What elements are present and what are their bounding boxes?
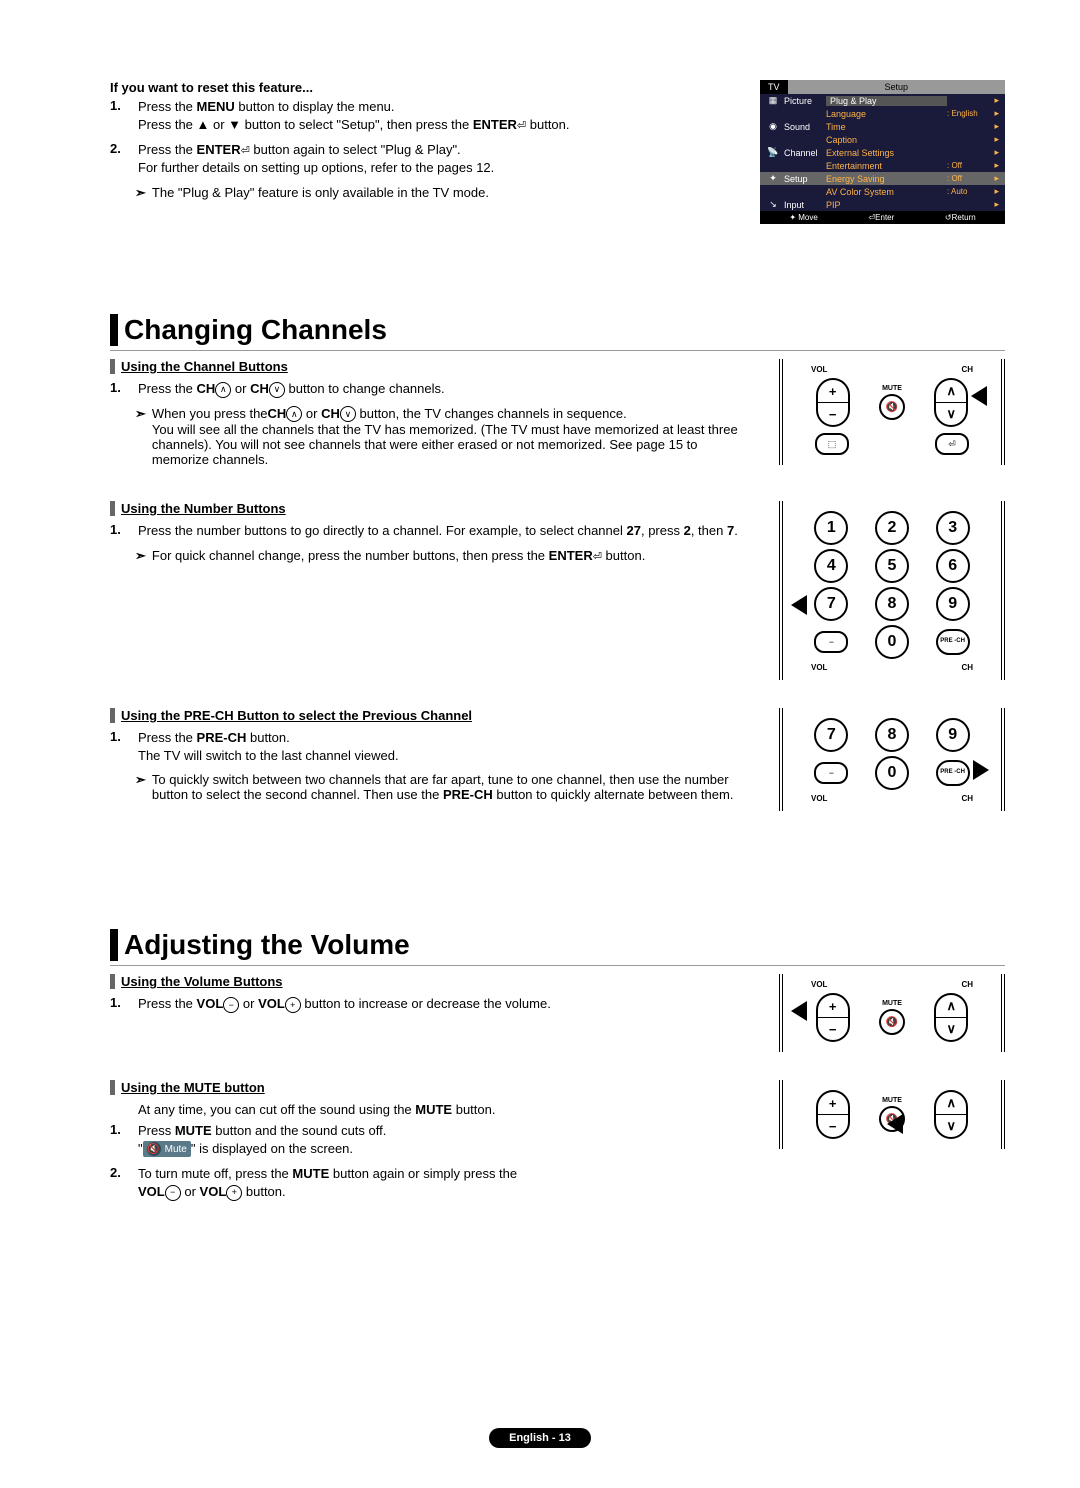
pointer-icon bbox=[791, 595, 807, 615]
remote-vol-ch: VOLCH +− MUTE 🔇 ∧∨ ⬚⏎ bbox=[779, 359, 1005, 465]
sub-heading: Using the PRE-CH Button to select the Pr… bbox=[110, 708, 754, 723]
sub-heading: Using the MUTE button bbox=[110, 1080, 754, 1095]
changing-channels-section: Changing Channels Using the Channel Butt… bbox=[110, 274, 1005, 839]
step-num: 1. bbox=[110, 98, 130, 133]
mute-icon: 🔇 bbox=[879, 394, 905, 420]
adjusting-volume-section: Adjusting the Volume Using the Volume Bu… bbox=[110, 889, 1005, 1236]
step-num: 2. bbox=[110, 141, 130, 176]
vol-rocker: +− bbox=[816, 378, 850, 427]
page-footer: English - 13 bbox=[0, 1428, 1080, 1448]
pointer-icon bbox=[887, 1114, 903, 1134]
sub-heading: Using the Volume Buttons bbox=[110, 974, 754, 989]
reset-heading: If you want to reset this feature... bbox=[110, 80, 730, 95]
reset-section: If you want to reset this feature... 1. … bbox=[110, 80, 1005, 224]
pointer-icon bbox=[791, 1001, 807, 1021]
remote-numpad: 123 456 789 −0PRE -CH VOLCH bbox=[779, 501, 1005, 680]
ch-rocker: ∧∨ bbox=[934, 378, 968, 427]
sub-heading: Using the Number Buttons bbox=[110, 501, 754, 516]
mute-osd-badge: 🔇Mute bbox=[143, 1141, 191, 1157]
section-title: Adjusting the Volume bbox=[110, 929, 1005, 961]
remote-vol: VOLCH +− MUTE🔇 ∧∨ bbox=[779, 974, 1005, 1052]
remote-mute: +− MUTE🔇 ∧∨ bbox=[779, 1080, 1005, 1149]
remote-prech: 789 −0PRE -CH VOLCH bbox=[779, 708, 1005, 811]
sub-heading: Using the Channel Buttons bbox=[110, 359, 754, 374]
note-pointer-icon: ➣ bbox=[135, 772, 146, 802]
note-pointer-icon: ➣ bbox=[135, 406, 146, 468]
tv-setup-menu: TV Setup ▦PicturePlug & Play▸ Language: … bbox=[760, 80, 1005, 224]
mute-icon: 🔇 bbox=[879, 1009, 905, 1035]
pointer-icon bbox=[973, 760, 989, 780]
note-pointer-icon: ➣ bbox=[135, 185, 146, 201]
section-title: Changing Channels bbox=[110, 314, 1005, 346]
note-pointer-icon: ➣ bbox=[135, 548, 146, 564]
pointer-icon bbox=[971, 386, 987, 406]
